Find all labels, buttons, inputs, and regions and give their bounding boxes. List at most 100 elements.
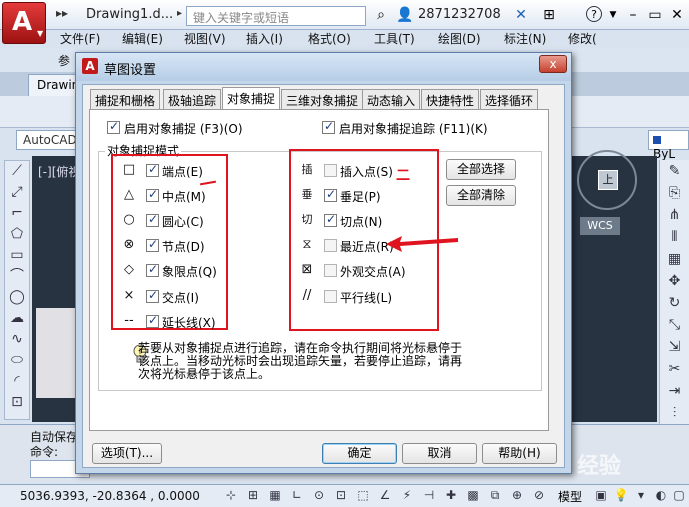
- user-center-icon[interactable]: ⊞: [540, 6, 558, 24]
- array-icon[interactable]: ▦: [660, 248, 689, 270]
- wcs-badge[interactable]: WCS: [580, 217, 620, 235]
- layout-icon[interactable]: ▣: [592, 487, 610, 504]
- infer-constraints-icon[interactable]: ⊹: [222, 487, 240, 504]
- binoculars-icon[interactable]: ⌕: [372, 6, 390, 24]
- exchange-icon[interactable]: ✕: [512, 6, 530, 24]
- spline-icon[interactable]: ∿: [5, 329, 29, 350]
- offset-icon[interactable]: ⫴: [660, 226, 689, 248]
- midpoint-checkbox[interactable]: [146, 187, 159, 202]
- search-expand-icon[interactable]: ▸: [177, 8, 182, 19]
- quadrant-checkbox[interactable]: [146, 262, 159, 277]
- ducs-icon[interactable]: ⚡: [398, 487, 416, 504]
- enable-osnap-tracking-checkbox[interactable]: [322, 119, 335, 134]
- selection-cycling-icon[interactable]: ⧉: [486, 487, 504, 504]
- dynamic-input-icon[interactable]: ⊣: [420, 487, 438, 504]
- move-icon[interactable]: ✥: [660, 270, 689, 292]
- grid-display-icon[interactable]: ▦: [266, 487, 284, 504]
- quadrant-label[interactable]: 象限点(Q): [162, 263, 217, 280]
- fullscreen-icon[interactable]: ▢: [670, 487, 688, 504]
- stretch-icon[interactable]: ⇲: [660, 336, 689, 358]
- minimize-icon[interactable]: –: [624, 6, 642, 24]
- polyline-icon[interactable]: ⌐: [5, 203, 29, 224]
- endpoint-checkbox[interactable]: [146, 162, 159, 177]
- tangent-checkbox[interactable]: [324, 212, 337, 227]
- menu-modify[interactable]: 修改(: [568, 30, 597, 47]
- user-id[interactable]: 2871232708: [418, 7, 501, 22]
- enable-osnap-tracking-label[interactable]: 启用对象捕捉追踪 (F11)(K): [339, 120, 488, 137]
- lightbulb-icon[interactable]: 💡: [612, 487, 630, 504]
- lineweight-icon[interactable]: ✚: [442, 487, 460, 504]
- help-icon[interactable]: ?: [586, 6, 602, 22]
- menu-insert[interactable]: 插入(I): [246, 30, 283, 47]
- extension-checkbox[interactable]: [146, 313, 159, 328]
- center-label[interactable]: 圆心(C): [162, 213, 204, 230]
- scale-icon[interactable]: ⤡: [660, 314, 689, 336]
- osnap-icon[interactable]: ⊡: [332, 487, 350, 504]
- endpoint-label[interactable]: 端点(E): [162, 163, 203, 180]
- copy-icon[interactable]: ⎘: [660, 182, 689, 204]
- annotation-monitor-icon[interactable]: ⊕: [508, 487, 526, 504]
- select-all-button[interactable]: 全部选择: [446, 159, 516, 180]
- parallel-checkbox[interactable]: [324, 290, 337, 303]
- insert-block-icon[interactable]: ⊡: [5, 392, 29, 413]
- quick-properties-icon[interactable]: ⊘: [530, 487, 548, 504]
- layer-select[interactable]: ByL: [648, 130, 689, 161]
- viewcube[interactable]: 上: [577, 150, 637, 210]
- options-button[interactable]: 选项(T)...: [92, 443, 162, 464]
- revcloud-icon[interactable]: ☁: [5, 308, 29, 329]
- cursor-coordinates[interactable]: 5036.9393, -20.8364 , 0.0000: [20, 489, 200, 503]
- tab-object-snap[interactable]: 对象捕捉: [222, 87, 281, 110]
- perpendicular-checkbox[interactable]: [324, 187, 337, 202]
- trim-icon[interactable]: ✂: [660, 358, 689, 380]
- tab-quick-properties[interactable]: 快捷特性: [421, 89, 480, 110]
- transparency-icon[interactable]: ▩: [464, 487, 482, 504]
- enable-osnap-label[interactable]: 启用对象捕捉 (F3)(O): [124, 120, 243, 137]
- close-icon[interactable]: ✕: [668, 6, 686, 24]
- ok-button[interactable]: 确定: [322, 443, 397, 464]
- enable-osnap-checkbox[interactable]: [107, 119, 120, 134]
- midpoint-label[interactable]: 中点(M): [162, 188, 206, 205]
- tab-3d-object-snap[interactable]: 三维对象捕捉: [281, 89, 364, 110]
- tab-selection-cycling[interactable]: 选择循环: [480, 89, 539, 110]
- ellipse-arc-icon[interactable]: ◜: [5, 371, 29, 392]
- insertion-label[interactable]: 插入点(S): [340, 163, 393, 180]
- extension-label[interactable]: 延长线(X): [162, 314, 216, 331]
- node-label[interactable]: 节点(D): [162, 238, 205, 255]
- node-checkbox[interactable]: [146, 237, 159, 252]
- user-icon[interactable]: 👤: [396, 6, 414, 24]
- break-icon[interactable]: ⫶: [660, 402, 689, 424]
- line-icon[interactable]: ⟋: [5, 161, 29, 182]
- circle-icon[interactable]: ◯: [5, 287, 29, 308]
- center-checkbox[interactable]: [146, 212, 159, 227]
- parallel-label[interactable]: 平行线(L): [340, 289, 392, 306]
- application-menu-button[interactable]: A ▼: [2, 2, 46, 44]
- menu-format[interactable]: 格式(O): [308, 30, 351, 47]
- search-input[interactable]: 键入关键字或短语: [186, 6, 366, 26]
- snap-mode-icon[interactable]: ⊞: [244, 487, 262, 504]
- menu-edit[interactable]: 编辑(E): [122, 30, 163, 47]
- polar-tracking-icon[interactable]: ⊙: [310, 487, 328, 504]
- menu-file[interactable]: 文件(F): [60, 30, 100, 47]
- intersection-label[interactable]: 交点(I): [162, 289, 199, 306]
- clear-all-button[interactable]: 全部清除: [446, 185, 516, 206]
- mirror-icon[interactable]: ⋔: [660, 204, 689, 226]
- menu-param[interactable]: 参: [58, 52, 70, 69]
- status-dropdown-icon[interactable]: ▾: [632, 487, 650, 504]
- help-button[interactable]: 帮助(H): [482, 443, 557, 464]
- menu-view[interactable]: 视图(V): [184, 30, 226, 47]
- polygon-icon[interactable]: ⬠: [5, 224, 29, 245]
- menu-draw[interactable]: 绘图(D): [438, 30, 481, 47]
- perpendicular-label[interactable]: 垂足(P): [340, 188, 381, 205]
- arc-icon[interactable]: ⌒: [5, 266, 29, 287]
- isolate-icon[interactable]: ◐: [652, 487, 670, 504]
- tangent-label[interactable]: 切点(N): [340, 213, 382, 230]
- rotate-icon[interactable]: ↻: [660, 292, 689, 314]
- ellipse-icon[interactable]: ⬭: [5, 350, 29, 371]
- dialog-title-bar[interactable]: A 草图设置 x: [76, 53, 571, 81]
- rectangle-icon[interactable]: ▭: [5, 245, 29, 266]
- dialog-close-button[interactable]: x: [539, 55, 567, 73]
- quick-access-overflow-icon[interactable]: ▸▸: [56, 6, 68, 20]
- menu-tools[interactable]: 工具(T): [374, 30, 415, 47]
- intersection-checkbox[interactable]: [146, 288, 159, 303]
- apparent-intersection-checkbox[interactable]: [324, 264, 337, 277]
